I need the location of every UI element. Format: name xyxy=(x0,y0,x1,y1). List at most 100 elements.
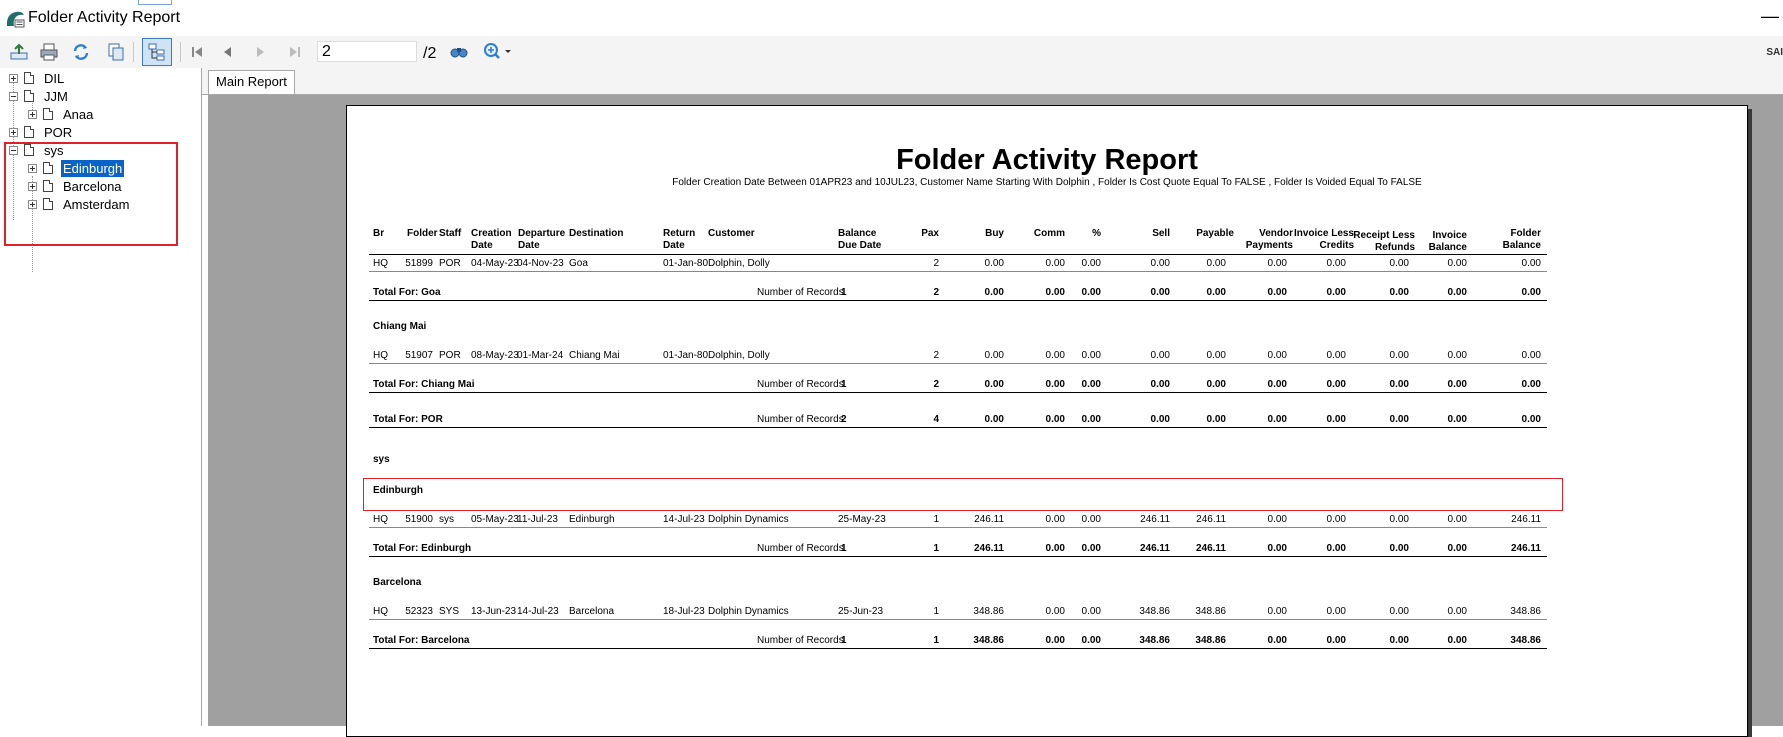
first-page-icon xyxy=(192,47,202,57)
cell-staff: SYS xyxy=(439,606,460,617)
total-invoice-balance: 0.00 xyxy=(1447,543,1467,554)
next-page-button[interactable] xyxy=(248,40,274,64)
cell-percent: 0.00 xyxy=(1081,606,1101,617)
tree-item-por[interactable]: POR xyxy=(9,123,74,141)
cell-invoice-less: 0.00 xyxy=(1326,606,1346,617)
copy-button[interactable] xyxy=(103,40,129,64)
expand-icon[interactable] xyxy=(9,127,18,137)
report-canvas[interactable]: Folder Activity Report Folder Creation D… xyxy=(208,95,1783,737)
document-icon xyxy=(24,126,34,138)
row-rule xyxy=(369,527,1547,528)
total-rule xyxy=(369,648,1547,649)
total-payable: 348.86 xyxy=(1195,635,1226,646)
total-comm: 0.00 xyxy=(1045,635,1065,646)
tree-item-anaa[interactable]: Anaa xyxy=(28,105,95,123)
cell-return: 01-Jan-80 xyxy=(663,258,709,269)
total-buy: 246.11 xyxy=(973,543,1004,554)
report-criteria: Folder Creation Date Between 01APR23 and… xyxy=(672,177,1422,188)
cell-invoice-balance: 0.00 xyxy=(1447,606,1467,617)
cell-percent: 0.00 xyxy=(1081,514,1101,525)
header-balance: Balance xyxy=(838,228,877,239)
toolbar-separator xyxy=(133,42,134,62)
collapse-icon[interactable] xyxy=(9,91,18,101)
total-invoice-balance: 0.00 xyxy=(1447,287,1467,298)
total-vendor: 0.00 xyxy=(1267,635,1287,646)
expand-icon[interactable] xyxy=(28,109,37,119)
cell-vendor: 0.00 xyxy=(1267,514,1287,525)
records-label: Number of Records xyxy=(757,635,844,646)
page-number-input[interactable]: 2 xyxy=(317,41,417,62)
cell-creation: 08-May-23 xyxy=(471,350,519,361)
total-buy: 348.86 xyxy=(973,635,1004,646)
total-sell: 0.00 xyxy=(1150,414,1170,425)
header-receipt-less-refunds: Refunds xyxy=(1375,242,1415,253)
previous-page-button[interactable] xyxy=(214,40,240,64)
header-customer: Customer xyxy=(708,228,755,239)
find-button[interactable] xyxy=(446,40,472,64)
cell-vendor: 0.00 xyxy=(1267,350,1287,361)
cell-folder: 51899 xyxy=(405,258,433,269)
tab-main-report[interactable]: Main Report xyxy=(208,70,295,94)
cell-percent: 0.00 xyxy=(1081,258,1101,269)
refresh-button[interactable] xyxy=(68,40,94,64)
total-folder-balance: 0.00 xyxy=(1521,287,1541,298)
total-receipt-less: 0.00 xyxy=(1389,543,1409,554)
cell-departure: 04-Nov-23 xyxy=(517,258,564,269)
total-payable: 0.00 xyxy=(1206,287,1226,298)
records-count: 1 xyxy=(841,379,847,390)
cell-buy: 246.11 xyxy=(974,514,1004,525)
report-page: Folder Activity Report Folder Creation D… xyxy=(346,105,1748,737)
tree-item-jjm[interactable]: JJM xyxy=(9,87,70,105)
cell-invoice-less: 0.00 xyxy=(1326,514,1346,525)
header-payable: Payable xyxy=(1196,228,1234,239)
cell-comm: 0.00 xyxy=(1045,606,1065,617)
total-label: Total For: Barcelona xyxy=(373,635,470,646)
cell-staff: sys xyxy=(439,514,454,525)
group-tree-toggle[interactable] xyxy=(142,38,172,66)
cell-return: 18-Jul-23 xyxy=(663,606,705,617)
total-invoice-balance: 0.00 xyxy=(1447,414,1467,425)
cell-pax: 2 xyxy=(933,258,939,269)
refresh-icon xyxy=(73,44,89,60)
export-icon xyxy=(10,43,28,60)
tree-item-dil[interactable]: DIL xyxy=(9,69,66,87)
total-vendor: 0.00 xyxy=(1267,414,1287,425)
page-total-label: /2 xyxy=(423,45,437,62)
group-header: sys xyxy=(373,454,390,465)
cell-receipt-less: 0.00 xyxy=(1389,514,1409,525)
total-invoice-balance: 0.00 xyxy=(1447,635,1467,646)
header-buy: Buy xyxy=(985,228,1004,239)
app-logo-icon xyxy=(6,11,25,28)
total-folder-balance: 0.00 xyxy=(1521,379,1541,390)
group-tree-panel: DIL JJM Anaa POR sys Edinburgh Barcelona… xyxy=(0,68,202,726)
group-tree-icon xyxy=(148,43,165,61)
report-viewer: Main Report Folder Activity Report Folde… xyxy=(202,68,1783,737)
total-invoice-less: 0.00 xyxy=(1326,287,1346,298)
print-button[interactable] xyxy=(36,40,62,64)
cell-receipt-less: 0.00 xyxy=(1389,258,1409,269)
last-page-button[interactable] xyxy=(282,40,308,64)
total-label: Total For: Edinburgh xyxy=(373,543,472,554)
zoom-dropdown[interactable] xyxy=(481,40,515,64)
total-comm: 0.00 xyxy=(1045,543,1065,554)
total-folder-balance: 246.11 xyxy=(1510,543,1541,554)
tree-item-label[interactable]: POR xyxy=(42,124,74,141)
tree-item-label[interactable]: JJM xyxy=(42,88,70,105)
cell-sell: 348.86 xyxy=(1139,606,1170,617)
total-buy: 0.00 xyxy=(984,414,1004,425)
header-br: Br xyxy=(373,228,385,239)
export-button[interactable] xyxy=(6,40,32,64)
total-invoice-less: 0.00 xyxy=(1326,543,1346,554)
expand-icon[interactable] xyxy=(9,73,18,83)
cell-destination: Chiang Mai xyxy=(569,350,620,361)
cell-creation: 04-May-23 xyxy=(471,258,519,269)
total-vendor: 0.00 xyxy=(1267,543,1287,554)
header-creation-date: Date xyxy=(471,240,493,251)
title-tab-indicator xyxy=(138,0,172,5)
tree-item-label[interactable]: Anaa xyxy=(61,106,95,123)
total-sell: 246.11 xyxy=(1139,543,1170,554)
tree-item-label[interactable]: DIL xyxy=(42,70,66,87)
header-receipt-less: Receipt Less xyxy=(1353,230,1415,241)
first-page-button[interactable] xyxy=(184,40,210,64)
minimize-button[interactable]: — xyxy=(1761,4,1779,30)
